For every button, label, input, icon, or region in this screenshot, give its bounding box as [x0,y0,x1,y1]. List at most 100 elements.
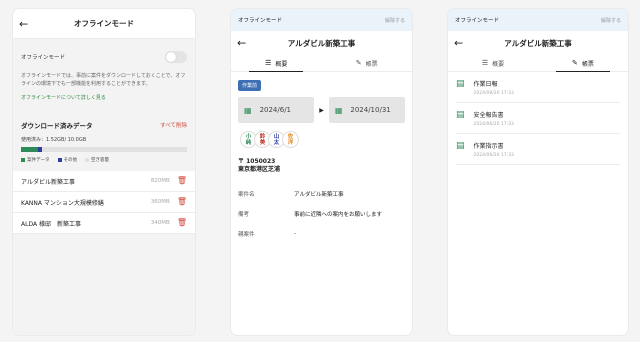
downloaded-projects-list: アルダビル新築工事 820MB 🗑 KANNA マンション大規模修繕 360MB… [13,171,195,234]
avatar-initial-bottom: 美 [259,139,266,146]
usage-text: 使用済み：1.52GB/ 10.0GB [21,137,87,143]
back-arrow-icon[interactable]: ← [454,37,463,50]
header: ← アルダビル新築工事 [448,31,628,55]
back-arrow-icon[interactable]: ← [19,17,28,30]
tab-forms[interactable]: ✎ 帳票 [322,55,413,71]
offline-status-bar: オフラインモード 解除する [448,9,628,31]
project-overview-screen: オフラインモード 解除する ← アルダビル新築工事 ☰ 概要 ✎ 帳票 作業前 ▦ 2… [231,9,412,335]
field-key: 案件名 [238,192,255,198]
page-title: アルダビル新築工事 [287,38,356,48]
project-name: KANNA マンション大規模修繕 [21,199,104,207]
list-item[interactable]: ALDA 様邸 新築工事 340MB 🗑 [13,213,195,234]
calendar-icon: ▦ [334,105,343,115]
edit-icon: ✎ [572,59,578,67]
field-row: 親案件 - [238,224,405,244]
field-value: - [294,231,296,237]
offline-toggle-label: オフラインモード [21,55,66,61]
avatar-initial-bottom: 純 [245,139,252,146]
avatar-initial-bottom: 洋 [287,139,294,146]
field-key: 親案件 [238,232,255,238]
avatar: 佐洋 [282,131,299,148]
tab-overview[interactable]: ☰ 概要 [231,55,322,72]
field-value: 事前に近隣への案内をお願いします [294,212,383,218]
project-size: 340MB [150,220,170,226]
end-date-field[interactable]: ▦ 2024/10/31 [328,97,405,123]
project-name: ALDA 様邸 新築工事 [21,220,81,228]
list-icon: ☰ [481,59,489,67]
trash-icon[interactable]: 🗑 [177,219,187,227]
legend-item-project: 案件データ [21,157,50,163]
start-date-value: 2024/6/1 [259,106,292,114]
project-data-fill [21,147,38,152]
offline-settings-screen: ← オフラインモード オフラインモード オフラインモードでは、事前に案件をダウン… [13,9,195,335]
offline-status-label: オフラインモード [455,18,500,24]
start-date-field[interactable]: ▦ 2024/6/1 [238,97,315,123]
list-item[interactable]: ▤ 安全報告書 2024/06/20 17:33 [456,103,620,134]
toggle-knob [166,52,176,62]
document-icon: ▤ [456,79,465,89]
list-item[interactable]: アルダビル新築工事 820MB 🗑 [13,171,195,192]
tab-forms[interactable]: ✎ 帳票 [538,55,628,72]
field-row: 備考 事前に近隣への案内をお願いします [238,204,405,224]
list-item[interactable]: ▤ 作業指示書 2024/06/20 17:33 [456,134,620,165]
avatar-initial-bottom: 太 [273,139,280,146]
back-arrow-icon[interactable]: ← [237,37,246,50]
tab-label: 帳票 [365,60,378,68]
offline-description: オフラインモードでは、事前に案件をダウンロードしておくことで、オフラインの環境下… [21,73,186,87]
release-offline-button[interactable]: 解除する [601,17,621,24]
document-date: 2024/06/20 17:33 [473,122,514,127]
document-name: 作業指示書 [473,143,504,150]
document-date: 2024/06/20 17:33 [473,153,514,158]
document-icon: ▤ [456,141,465,151]
trash-icon[interactable]: 🗑 [177,198,187,206]
document-name: 作業日報 [473,81,498,88]
range-arrow-icon: ▶ [319,106,324,114]
offline-status-bar: オフラインモード 解除する [231,9,412,31]
downloaded-data-header: ダウンロード済みデータ すべて削除 [13,101,195,130]
release-offline-button[interactable]: 解除する [385,17,405,24]
learn-more-link[interactable]: オフラインモードについて詳しく見る [13,88,195,101]
tab-label: 帳票 [581,60,594,68]
page-title: アルダビル新築工事 [504,38,572,48]
project-size: 820MB [150,178,170,184]
legend-item-other: その他 [57,157,78,163]
downloaded-data-title: ダウンロード済みデータ [21,122,93,130]
project-forms-screen: オフラインモード 解除する ← アルダビル新築工事 ☰ 概要 ✎ 帳票 ▤ 作業日報… [448,9,628,335]
project-address: 〒 1050023 東京都港区芝浦 [238,158,405,174]
project-size: 360MB [150,199,170,205]
delete-all-button[interactable]: すべて削除 [160,121,187,129]
legend-item-free: 空き容量 [85,157,109,163]
postal-code: 〒 1050023 [238,158,276,165]
forms-list: ▤ 作業日報 2024/08/20 17:33 ▤ 安全報告書 2024/06/20… [448,72,628,165]
status-badge: 作業前 [238,80,262,91]
legend-label: 空き容量 [91,158,109,163]
date-range: ▦ 2024/6/1 ▶ ▦ 2024/10/31 [238,97,405,123]
field-row: 案件名 アルダビル新築工事 [238,184,405,204]
address-line: 東京都港区芝浦 [238,166,281,173]
document-name: 安全報告書 [473,112,504,119]
legend-label: その他 [63,158,78,163]
list-icon: ☰ [265,59,272,67]
project-name: アルダビル新築工事 [21,178,75,186]
member-avatars: 小純鈴美山太佐洋 [240,131,412,148]
trash-icon[interactable]: 🗑 [177,177,187,185]
list-item[interactable]: KANNA マンション大規模修繕 360MB 🗑 [13,192,195,213]
calendar-icon: ▦ [244,105,252,115]
legend-label: 案件データ [27,158,50,163]
document-date: 2024/08/20 17:33 [473,91,514,96]
edit-icon: ✎ [355,59,362,67]
field-value: アルダビル新築工事 [294,192,344,198]
document-icon: ▤ [456,110,465,120]
field-key: 備考 [238,212,250,218]
list-item[interactable]: ▤ 作業日報 2024/08/20 17:33 [456,72,620,103]
tab-bar: ☰ 概要 ✎ 帳票 [231,55,412,72]
end-date-value: 2024/10/31 [350,106,391,114]
tab-label: 概要 [275,60,288,68]
tab-overview[interactable]: ☰ 概要 [448,55,538,71]
offline-status-label: オフラインモード [238,18,283,24]
project-fields: 案件名 アルダビル新築工事 備考 事前に近隣への案内をお願いします 親案件 - [238,184,405,244]
other-data-fill [37,147,42,152]
tab-label: 概要 [492,60,505,68]
usage-legend: 案件データ その他 空き容量 [13,152,195,163]
offline-mode-toggle[interactable] [165,51,187,63]
